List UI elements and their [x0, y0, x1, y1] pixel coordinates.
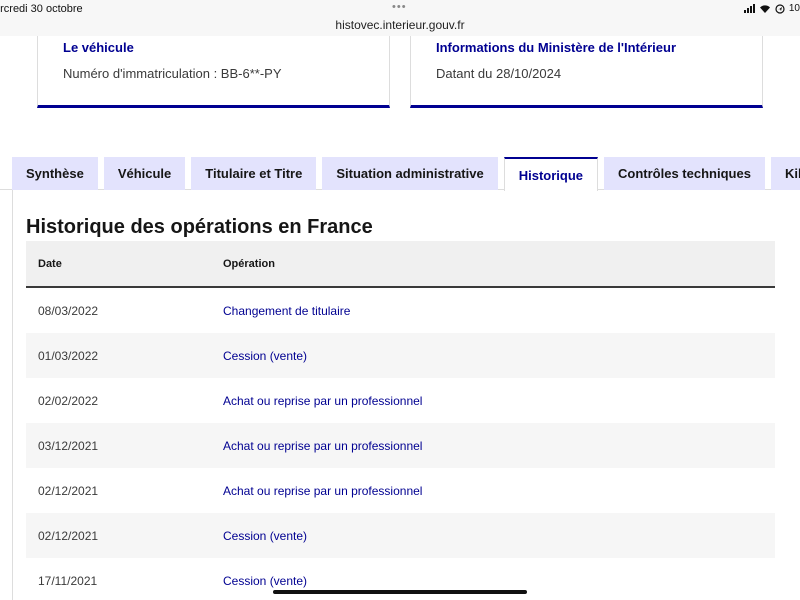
status-date: ercredi 30 octobre — [0, 3, 83, 15]
row-operation[interactable]: Cession (vente) — [223, 349, 775, 363]
row-date: 17/11/2021 — [38, 573, 98, 588]
column-header-operation[interactable]: Opération — [223, 258, 775, 270]
column-header-date[interactable]: Date — [26, 258, 223, 270]
row-operation[interactable]: Changement de titulaire — [223, 304, 775, 318]
tab-synthese[interactable]: Synthèse — [12, 157, 98, 190]
table-row: 02/02/2022 Achat ou reprise par un profe… — [26, 378, 775, 423]
location-icon — [775, 3, 785, 14]
row-operation[interactable]: Cession (vente) — [223, 529, 775, 543]
row-date: 01/03/2022 — [38, 348, 99, 363]
tab-historique[interactable]: Historique — [503, 157, 599, 191]
history-table: Date Opération 08/03/2022 Changement de … — [26, 241, 775, 600]
table-header: Date Opération — [26, 241, 775, 288]
row-operation[interactable]: Achat ou reprise par un professionnel — [223, 439, 775, 453]
vehicle-card: Le véhicule Numéro d'immatriculation : B… — [37, 36, 390, 108]
row-date: 02/12/2021 — [38, 483, 99, 498]
more-dots-icon[interactable]: ••• — [392, 1, 407, 13]
table-row: 02/12/2021 Cession (vente) — [26, 513, 775, 558]
row-date: 02/12/2021 — [38, 528, 99, 543]
row-operation[interactable]: Cession (vente) — [223, 574, 775, 588]
table-body: 08/03/2022 Changement de titulaire 01/03… — [26, 288, 775, 600]
data-date: Datant du 28/10/2024 — [436, 66, 562, 81]
row-date: 08/03/2022 — [38, 303, 99, 318]
wifi-icon — [759, 4, 770, 13]
section-title: Historique des opérations en France — [26, 216, 373, 238]
registration-number: Numéro d'immatriculation : BB-6**-PY — [63, 66, 282, 81]
table-row: 03/12/2021 Achat ou reprise par un profe… — [26, 423, 775, 468]
tab-controles-techniques[interactable]: Contrôles techniques — [604, 157, 765, 190]
row-date: 02/02/2022 — [38, 393, 99, 408]
address-bar-url[interactable]: histovec.interieur.gouv.fr — [0, 18, 800, 32]
status-bar: ercredi 30 octobre ••• histovec.interieu… — [0, 0, 800, 36]
ministry-card: Informations du Ministère de l'Intérieur… — [410, 36, 763, 108]
tab-situation-administrative[interactable]: Situation administrative — [322, 157, 498, 190]
tab-kilometrage[interactable]: Kil — [770, 157, 800, 190]
home-indicator[interactable] — [273, 590, 527, 594]
row-date: 03/12/2021 — [38, 438, 99, 453]
status-icons: 10 — [743, 3, 800, 14]
vehicle-card-title: Le véhicule — [63, 40, 134, 55]
battery-level: 10 — [788, 3, 800, 14]
row-operation[interactable]: Achat ou reprise par un professionnel — [223, 394, 775, 408]
tab-titulaire-et-titre[interactable]: Titulaire et Titre — [191, 157, 317, 190]
table-row: 01/03/2022 Cession (vente) — [26, 333, 775, 378]
table-row: 08/03/2022 Changement de titulaire — [26, 288, 775, 333]
tab-bar: Synthèse Véhicule Titulaire et Titre Sit… — [12, 157, 800, 191]
signal-icon — [743, 4, 755, 13]
tab-vehicule[interactable]: Véhicule — [103, 157, 186, 190]
table-row: 02/12/2021 Achat ou reprise par un profe… — [26, 468, 775, 513]
row-operation[interactable]: Achat ou reprise par un professionnel — [223, 484, 775, 498]
ministry-card-title: Informations du Ministère de l'Intérieur — [436, 40, 677, 55]
